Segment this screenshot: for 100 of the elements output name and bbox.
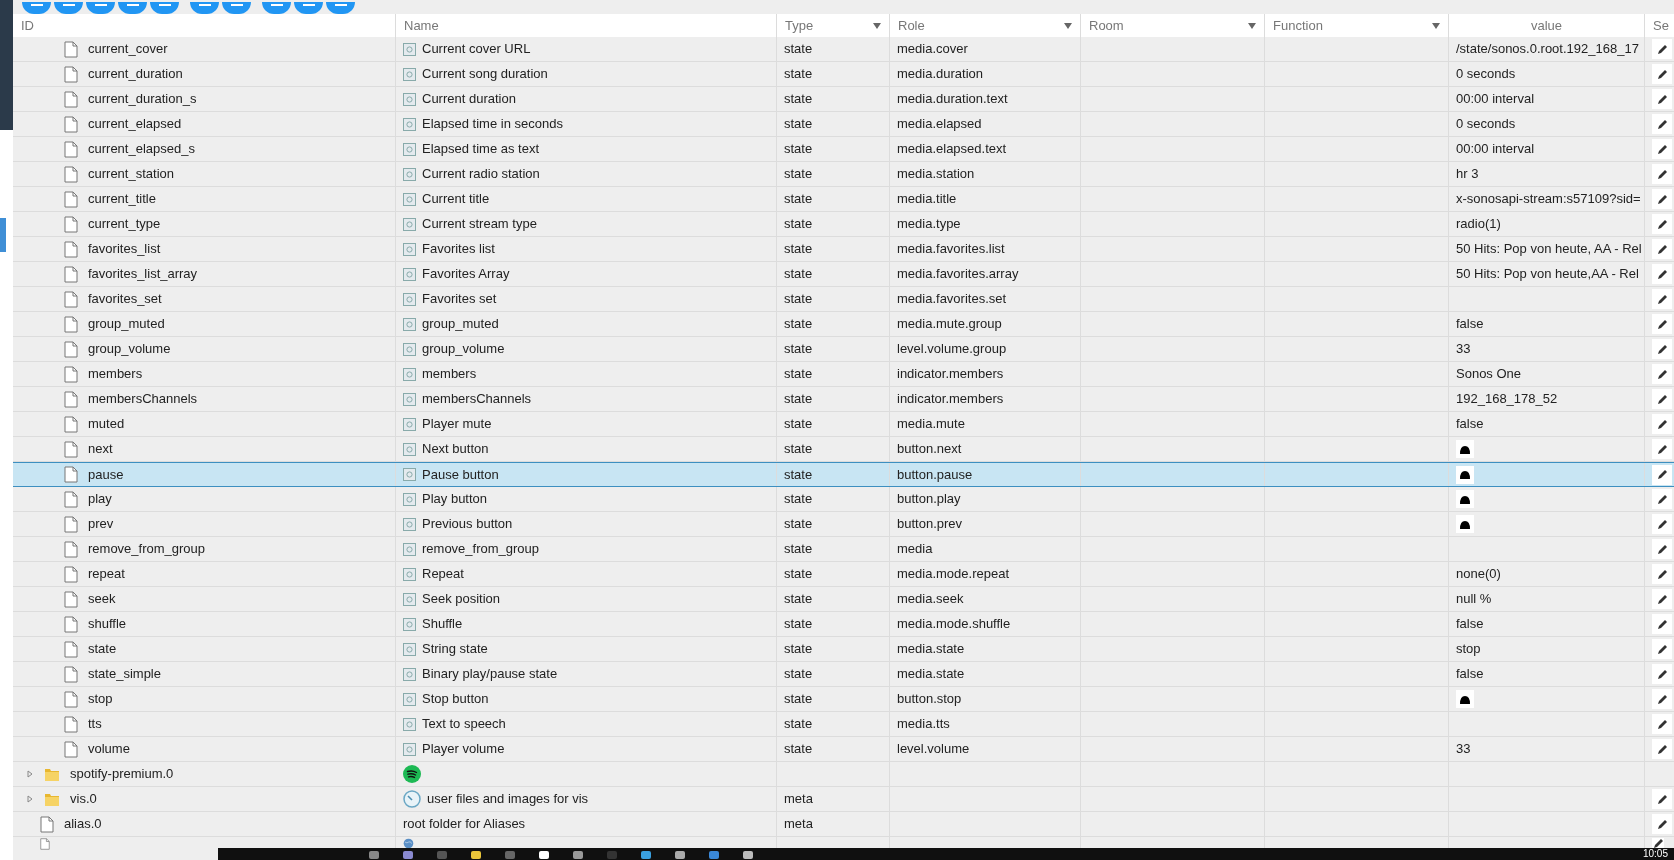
edit-button[interactable]: [1652, 214, 1672, 234]
edit-button[interactable]: [1652, 564, 1672, 584]
table-row[interactable]: current_duration Current song duration state media.duration 0 seconds: [13, 62, 1674, 87]
edit-button[interactable]: [1652, 114, 1672, 134]
edit-button[interactable]: [1652, 739, 1672, 759]
edit-button[interactable]: [1652, 439, 1672, 459]
edit-button[interactable]: [1652, 414, 1672, 434]
edit-button[interactable]: [1652, 189, 1672, 209]
column-header[interactable]: Type: [777, 14, 890, 37]
table-row[interactable]: current_duration_s Current duration state media.duration.text 00:00 interval: [13, 87, 1674, 112]
table-row[interactable]: favorites_set Favorites set state media.favorites.set: [13, 287, 1674, 312]
table-row[interactable]: favorites_list Favorites list state media.favorites.list 50 Hits: Pop von heute, AA - Rel: [13, 237, 1674, 262]
table-row[interactable]: repeat Repeat state media.mode.repeat none(0): [13, 562, 1674, 587]
filter-caret-icon[interactable]: [873, 22, 881, 29]
edit-button[interactable]: [1652, 364, 1672, 384]
table-row[interactable]: current_station Current radio station state media.station hr 3: [13, 162, 1674, 187]
app-icon[interactable]: [742, 849, 754, 859]
edit-button[interactable]: [1652, 464, 1672, 485]
table-row[interactable]: group_muted group_muted state media.mute.group false: [13, 312, 1674, 337]
table-row[interactable]: current_elapsed_s Elapsed time as text state media.elapsed.text 00:00 interval: [13, 137, 1674, 162]
table-row[interactable]: current_type Current stream type state media.type radio(1): [13, 212, 1674, 237]
edit-button[interactable]: [1652, 164, 1672, 184]
table-row[interactable]: state_simple Binary play/pause state state media.state false: [13, 662, 1674, 687]
edit-button[interactable]: [1652, 714, 1672, 734]
table-row[interactable]: current_elapsed Elapsed time in seconds state media.elapsed 0 seconds: [13, 112, 1674, 137]
table-row[interactable]: favorites_list_array Favorites Array state media.favorites.array 50 Hits: Pop von heute,AA - Rel: [13, 262, 1674, 287]
edit-button[interactable]: [1652, 39, 1672, 59]
table-row[interactable]: remove_from_group remove_from_group state media: [13, 537, 1674, 562]
edit-button[interactable]: [1652, 539, 1672, 559]
edit-button[interactable]: [1652, 689, 1672, 709]
table-row[interactable]: members members state indicator.members Sonos One: [13, 362, 1674, 387]
toolbar-button[interactable]: [118, 2, 147, 14]
toolbar-button[interactable]: [190, 2, 219, 14]
toolbar-button[interactable]: [222, 2, 251, 14]
app-icon[interactable]: [470, 849, 482, 859]
push-button[interactable]: [1456, 465, 1474, 484]
filter-caret-icon[interactable]: [1064, 22, 1072, 29]
push-button[interactable]: [1456, 490, 1474, 508]
column-header[interactable]: Room: [1081, 14, 1265, 37]
edit-button[interactable]: [1652, 589, 1672, 609]
toolbar-button[interactable]: [294, 2, 323, 14]
filter-caret-icon[interactable]: [1432, 22, 1440, 29]
column-header[interactable]: Role: [890, 14, 1081, 37]
edit-button[interactable]: [1652, 389, 1672, 409]
app-icon[interactable]: [402, 849, 414, 859]
bell-icon: [1459, 444, 1471, 454]
edit-button[interactable]: [1652, 614, 1672, 634]
edit-button[interactable]: [1652, 239, 1672, 259]
toolbar-button[interactable]: [54, 2, 83, 14]
app-icon[interactable]: [674, 849, 686, 859]
table-row[interactable]: membersChannels membersChannels state indicator.members 192_168_178_52: [13, 387, 1674, 412]
edit-button[interactable]: [1652, 64, 1672, 84]
table-row[interactable]: alias.0 root folder for Aliases meta: [13, 812, 1674, 837]
app-icon[interactable]: [640, 849, 652, 859]
table-row[interactable]: prev Previous button state button.prev: [13, 512, 1674, 537]
caret-right-icon[interactable]: [26, 795, 34, 803]
app-icon[interactable]: [538, 849, 550, 859]
column-header[interactable]: Name: [396, 14, 777, 37]
table-row[interactable]: play Play button state button.play: [13, 487, 1674, 512]
edit-button[interactable]: [1652, 139, 1672, 159]
toolbar-button[interactable]: [22, 2, 51, 14]
edit-button[interactable]: [1652, 664, 1672, 684]
edit-button[interactable]: [1652, 289, 1672, 309]
filter-caret-icon[interactable]: [1248, 22, 1256, 29]
edit-button[interactable]: [1652, 314, 1672, 334]
column-header[interactable]: Se: [1645, 14, 1674, 37]
table-row[interactable]: seek Seek position state media.seek null %: [13, 587, 1674, 612]
edit-button[interactable]: [1652, 814, 1672, 834]
push-button[interactable]: [1456, 690, 1474, 708]
edit-button[interactable]: [1652, 264, 1672, 284]
table-row[interactable]: group_volume group_volume state level.volume.group 33: [13, 337, 1674, 362]
toolbar-button[interactable]: [262, 2, 291, 14]
app-icon[interactable]: [572, 849, 584, 859]
table-row[interactable]: pause Pause button state button.pause: [13, 462, 1674, 487]
table-row[interactable]: tts Text to speech state media.tts: [13, 712, 1674, 737]
column-header[interactable]: Function: [1265, 14, 1449, 37]
edit-button[interactable]: [1652, 339, 1672, 359]
edit-button[interactable]: [1652, 639, 1672, 659]
table-row[interactable]: shuffle Shuffle state media.mode.shuffle false: [13, 612, 1674, 637]
column-header[interactable]: ID: [13, 14, 396, 37]
table-row[interactable]: state String state state media.state stop: [13, 637, 1674, 662]
push-button[interactable]: [1456, 440, 1474, 458]
push-button[interactable]: [1456, 515, 1474, 533]
table-row[interactable]: stop Stop button state button.stop: [13, 687, 1674, 712]
table-row[interactable]: muted Player mute state media.mute false: [13, 412, 1674, 437]
edit-button[interactable]: [1652, 514, 1672, 534]
edit-button[interactable]: [1652, 837, 1664, 850]
toolbar-button[interactable]: [326, 2, 355, 14]
table-row[interactable]: spotify-premium.0: [13, 762, 1674, 787]
table-row[interactable]: vis.0 user files and images for vis meta: [13, 787, 1674, 812]
edit-button[interactable]: [1652, 789, 1672, 809]
toolbar-button[interactable]: [150, 2, 179, 14]
edit-button[interactable]: [1652, 489, 1672, 509]
edit-button[interactable]: [1652, 89, 1672, 109]
table-row[interactable]: current_title Current title state media.title x-sonosapi-stream:s57109?sid=: [13, 187, 1674, 212]
column-header[interactable]: value: [1449, 14, 1645, 37]
toolbar-button[interactable]: [86, 2, 115, 14]
table-row[interactable]: current_cover Current cover URL state media.cover /state/sonos.0.root.192_168_17: [13, 37, 1674, 62]
table-row[interactable]: volume Player volume state level.volume 33: [13, 737, 1674, 762]
caret-right-icon[interactable]: [26, 770, 34, 778]
